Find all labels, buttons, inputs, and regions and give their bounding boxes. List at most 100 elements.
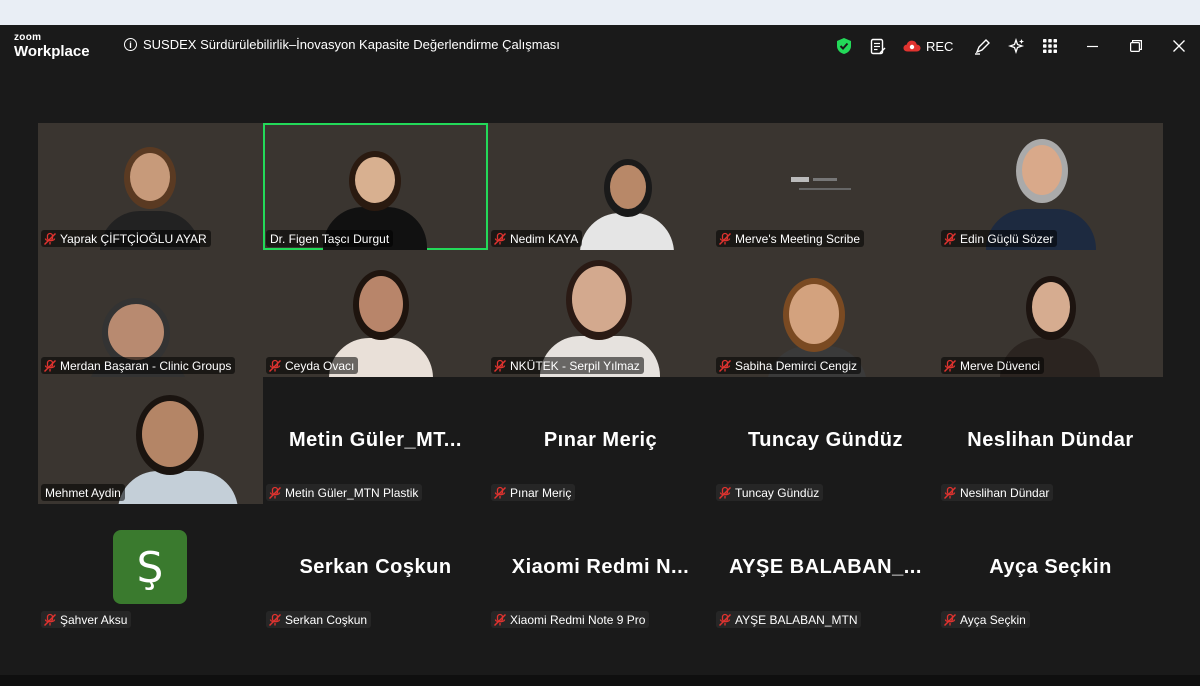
participant-tile[interactable]: Edin Güçlü Sözer (938, 123, 1163, 250)
rec-cloud-icon (903, 40, 921, 52)
apps-icon[interactable] (1037, 33, 1063, 59)
participant-name: AYŞE BALABAN_MTN (735, 612, 858, 627)
title-bar: zoom Workplace i SUSDEX Sürdürülebilirli… (0, 25, 1200, 67)
name-tag: Nedim KAYA (491, 230, 583, 247)
participant-display-name: Serkan Coşkun (299, 556, 452, 578)
mic-muted-icon (718, 232, 732, 246)
participant-face (355, 157, 395, 203)
participant-face (610, 165, 646, 209)
ai-companion-icon[interactable] (1003, 33, 1029, 59)
participant-face (108, 304, 164, 360)
participant-display-name: Xiaomi Redmi N... (511, 556, 690, 578)
mic-muted-icon (943, 232, 957, 246)
brand-top: zoom (14, 32, 42, 43)
name-tag: Pınar Meriç (491, 484, 576, 501)
participant-tile[interactable]: Nedim KAYA (488, 123, 713, 250)
participant-face (359, 276, 403, 332)
participant-tile[interactable]: Merve Düvenci (938, 250, 1163, 377)
participant-grid: Yaprak ÇİFTÇİOĞLU AYAR Dr. Figen Taşcı Du… (38, 123, 1163, 631)
participant-tile[interactable]: Mehmet Aydin (38, 377, 263, 504)
name-tag: Şahver Aksu (41, 611, 132, 628)
brand-bottom: Workplace (14, 43, 90, 60)
participant-tile[interactable]: Dr. Figen Taşcı Durgut (263, 123, 488, 250)
shield-icon[interactable] (831, 33, 857, 59)
participant-name: Serkan Coşkun (285, 612, 368, 627)
notes-icon[interactable] (865, 33, 891, 59)
participant-name: Nedim KAYA (510, 231, 579, 246)
name-tag: Xiaomi Redmi Note 9 Pro (491, 611, 650, 628)
participant-name: Sabiha Demirci Cengiz (735, 358, 858, 373)
meeting-toolbar: REC (831, 33, 1063, 59)
participant-name: NKÜTEK - Serpil Yılmaz (510, 358, 640, 373)
close-icon[interactable] (1157, 33, 1200, 59)
mic-muted-icon (43, 232, 57, 246)
bottom-bar (0, 675, 1200, 686)
name-tag: Dr. Figen Taşcı Durgut (266, 230, 394, 247)
name-tag: Merdan Başaran - Clinic Groups (41, 357, 236, 374)
name-tag: Serkan Coşkun (266, 611, 372, 628)
participant-display-name: Ayça Seçkin (989, 556, 1112, 578)
participant-tile[interactable]: Yaprak ÇİFTÇİOĞLU AYAR (38, 123, 263, 250)
mic-muted-icon (43, 359, 57, 373)
window-controls (1071, 33, 1200, 59)
mic-muted-icon (718, 359, 732, 373)
participant-face (572, 266, 626, 332)
participant-tile[interactable]: Pınar Meriç Pınar Meriç (488, 377, 713, 504)
scribe-screen (791, 175, 859, 197)
name-tag: Ceyda Ovacı (266, 357, 359, 374)
name-tag: Sabiha Demirci Cengiz (716, 357, 862, 374)
name-tag: AYŞE BALABAN_MTN (716, 611, 862, 628)
participant-tile[interactable]: AYŞE BALABAN_... AYŞE BALABAN_MTN (713, 504, 938, 631)
mic-muted-icon (718, 486, 732, 500)
meeting-info[interactable]: i SUSDEX Sürdürülebilirlik–İnovasyon Kap… (124, 37, 560, 52)
participant-name: Merve Düvenci (960, 358, 1041, 373)
participant-name: Ceyda Ovacı (285, 358, 355, 373)
participant-name: Ayça Seçkin (960, 612, 1026, 627)
participant-name: Tuncay Gündüz (735, 485, 820, 500)
participant-tile[interactable]: Sabiha Demirci Cengiz (713, 250, 938, 377)
participant-name: Merdan Başaran - Clinic Groups (60, 358, 232, 373)
mic-muted-icon (943, 486, 957, 500)
name-tag: Tuncay Gündüz (716, 484, 824, 501)
participant-face (142, 401, 198, 467)
participant-tile[interactable]: Ceyda Ovacı (263, 250, 488, 377)
participant-tile[interactable]: Merdan Başaran - Clinic Groups (38, 250, 263, 377)
name-tag: Merve's Meeting Scribe (716, 230, 865, 247)
participant-tile[interactable]: Ayça Seçkin Ayça Seçkin (938, 504, 1163, 631)
participant-name: Neslihan Dündar (960, 485, 1050, 500)
name-tag: Edin Güçlü Sözer (941, 230, 1058, 247)
participant-tile[interactable]: Merve's Meeting Scribe (713, 123, 938, 250)
participant-tile[interactable]: Ş Şahver Aksu (38, 504, 263, 631)
participant-tile[interactable]: Tuncay Gündüz Tuncay Gündüz (713, 377, 938, 504)
meeting-title: SUSDEX Sürdürülebilirlik–İnovasyon Kapas… (143, 37, 560, 52)
participant-tile[interactable]: Neslihan Dündar Neslihan Dündar (938, 377, 1163, 504)
annotate-icon[interactable] (969, 33, 995, 59)
participant-display-name: AYŞE BALABAN_... (729, 556, 922, 578)
mic-muted-icon (268, 486, 282, 500)
mic-muted-icon (493, 359, 507, 373)
restore-icon[interactable] (1114, 33, 1157, 59)
mic-muted-icon (493, 613, 507, 627)
participant-tile[interactable]: Metin Güler_MT... Metin Güler_MTN Plastik (263, 377, 488, 504)
mic-muted-icon (43, 613, 57, 627)
name-tag: Ayça Seçkin (941, 611, 1030, 628)
participant-name: Yaprak ÇİFTÇİOĞLU AYAR (60, 231, 207, 246)
participant-name: Xiaomi Redmi Note 9 Pro (510, 612, 646, 627)
mic-muted-icon (718, 613, 732, 627)
participant-tile[interactable]: NKÜTEK - Serpil Yılmaz (488, 250, 713, 377)
mic-muted-icon (268, 613, 282, 627)
participant-name: Edin Güçlü Sözer (960, 231, 1054, 246)
participant-tile[interactable]: Serkan Coşkun Serkan Coşkun (263, 504, 488, 631)
name-tag: Merve Düvenci (941, 357, 1045, 374)
name-tag: Neslihan Dündar (941, 484, 1054, 501)
info-icon[interactable]: i (124, 38, 137, 51)
recording-indicator[interactable]: REC (899, 39, 957, 54)
minimize-icon[interactable] (1071, 33, 1114, 59)
mic-muted-icon (493, 232, 507, 246)
participant-display-name: Neslihan Dündar (967, 429, 1134, 451)
participant-name: Dr. Figen Taşcı Durgut (270, 231, 390, 246)
participant-tile[interactable]: Xiaomi Redmi N... Xiaomi Redmi Note 9 Pro (488, 504, 713, 631)
mic-muted-icon (943, 359, 957, 373)
participant-name: Metin Güler_MTN Plastik (285, 485, 419, 500)
participant-face (1022, 145, 1062, 195)
